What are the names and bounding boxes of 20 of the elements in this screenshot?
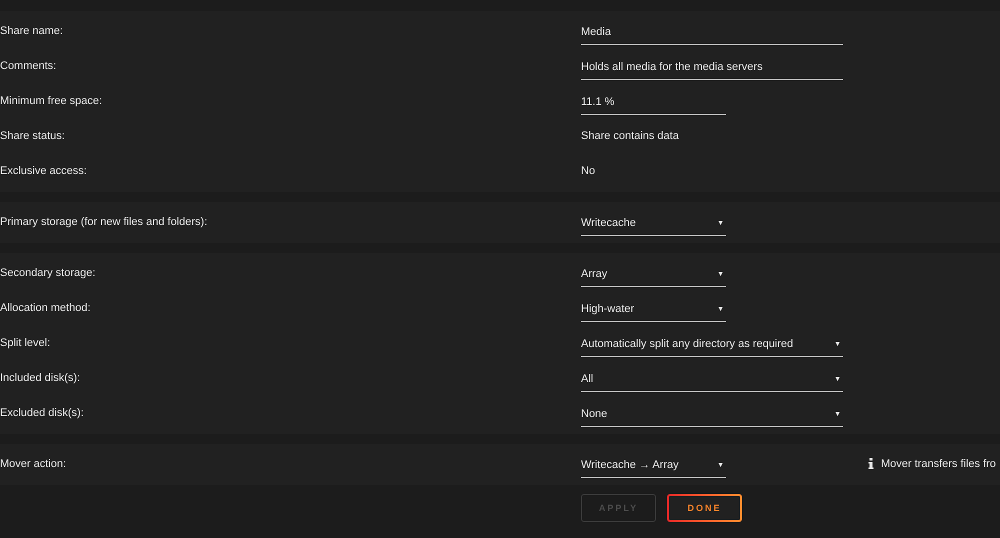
field-label: Primary storage (for new files and folders): [0, 216, 208, 228]
field-label: Exclusive access: [0, 164, 88, 176]
done-button[interactable]: DONE [667, 494, 742, 522]
field-value: Share contains data [581, 130, 679, 142]
help-text: Mover transfers files fro [881, 458, 996, 470]
field-label: Mover action: [0, 458, 68, 470]
info-icon [868, 458, 874, 469]
input-field[interactable]: Media [581, 20, 843, 45]
input-field[interactable]: Holds all media for the media servers [581, 55, 843, 80]
field-label: Minimum free space: [0, 94, 104, 106]
field-value: No [581, 164, 596, 176]
field-label: Included disk(s): [0, 372, 82, 384]
field-label: Secondary storage: [0, 266, 96, 278]
field-label: Excluded disk(s): [0, 406, 85, 418]
field-label: Split level: [0, 336, 52, 348]
field-label: Share status: [0, 130, 66, 142]
field-label: Allocation method: [0, 302, 92, 314]
field-label: Share name: [0, 24, 64, 36]
input-field[interactable]: 11.1 % [581, 90, 726, 115]
field-label: Comments: [0, 60, 58, 72]
